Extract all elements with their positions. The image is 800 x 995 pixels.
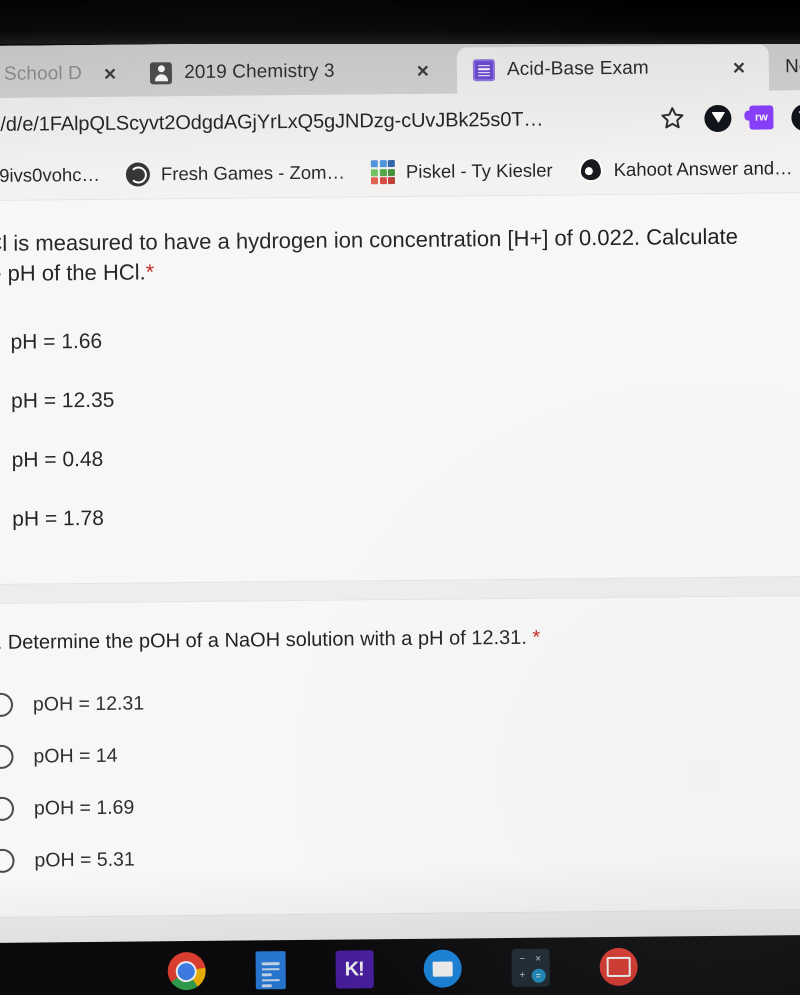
tab-title: Ne	[784, 56, 800, 78]
browser-tab-2019-chemistry-3[interactable]: 2019 Chemistry 3 ×	[133, 47, 458, 97]
bookmark-star-icon[interactable]	[658, 104, 686, 132]
radio-button[interactable]	[0, 745, 14, 770]
bookmark-label: Piskel - Ty Kiesler	[405, 159, 553, 182]
kahoot-icon	[578, 158, 603, 183]
question-text-value: HCl is measured to have a hydrogen ion c…	[0, 223, 739, 287]
bookmark-label: o9ivs0vohc…	[0, 163, 101, 186]
account-icon	[150, 62, 173, 85]
radio-button[interactable]	[0, 849, 15, 874]
globe-icon	[125, 162, 151, 187]
required-asterisk: *	[532, 626, 541, 649]
read-write-extension-icon[interactable]: rw	[749, 105, 774, 130]
bookmark-label: Fresh Games - Zom…	[160, 161, 346, 185]
tab-close-icon[interactable]: ×	[94, 62, 116, 85]
google-docs-icon[interactable]	[255, 951, 286, 990]
bookmark-piskel[interactable]: Piskel - Ty Kiesler	[370, 159, 553, 185]
answer-option-label: pOH = 1.69	[33, 796, 135, 820]
shield-extension-icon-2[interactable]	[791, 103, 800, 131]
question-text-value: 27. Determine the pOH of a NaOH solution…	[0, 626, 527, 654]
answer-option-label: pH = 1.66	[10, 330, 103, 354]
tab-close-icon[interactable]: ×	[723, 56, 745, 79]
answer-option-label: pH = 1.78	[12, 507, 104, 531]
form-question-card-q27: 27. Determine the pOH of a NaOH solution…	[0, 594, 800, 919]
bookmark-fresh-games[interactable]: Fresh Games - Zom…	[125, 161, 346, 187]
browser-toolbar: s/d/e/1FAlpQLScyvt2OdgdAGjYrLxQ5gJNDzg-c…	[0, 89, 800, 153]
answer-option[interactable]: pOH = 12.31	[0, 672, 791, 732]
bookmark-o9ivs0vohc[interactable]: o9ivs0vohc…	[0, 164, 100, 187]
tab-title: a School D	[0, 63, 82, 85]
question-text: 27. Determine the pOH of a NaOH solution…	[0, 622, 755, 657]
chrome-icon[interactable]	[167, 951, 206, 991]
radio-button[interactable]	[0, 797, 15, 822]
kahoot-icon[interactable]: K!	[335, 950, 374, 989]
browser-tab-ne[interactable]: Ne	[768, 43, 800, 91]
chromeos-shelf: K! − × + =	[0, 934, 800, 995]
form-question-card-q26: HCl is measured to have a hydrogen ion c…	[0, 191, 800, 585]
answer-option[interactable]: pH = 0.48	[0, 424, 789, 491]
google-form-page: HCl is measured to have a hydrogen ion c…	[0, 191, 800, 995]
address-bar[interactable]: s/d/e/1FAlpQLScyvt2OdgdAGjYrLxQ5gJNDzg-c…	[0, 107, 645, 136]
answer-option-label: pOH = 12.31	[32, 692, 145, 716]
answer-option[interactable]: pH = 1.78	[0, 483, 789, 550]
browser-tab-acid-base-exam[interactable]: Acid-Base Exam ×	[456, 44, 770, 94]
chromebook-screen-photo: a School D × 2019 Chemistry 3 × Acid-Bas…	[0, 0, 800, 995]
browser-tabstrip: a School D × 2019 Chemistry 3 × Acid-Bas…	[0, 37, 800, 99]
answer-option[interactable]: pOH = 1.69	[0, 776, 792, 836]
tab-close-icon[interactable]: ×	[407, 59, 429, 82]
radio-button[interactable]	[0, 693, 14, 718]
answer-options-q26: pH = 1.66 pH = 12.35 pH = 0.48 pH = 1.78	[0, 306, 789, 550]
files-icon[interactable]	[423, 949, 462, 988]
browser-tab-school-d[interactable]: a School D ×	[0, 50, 131, 99]
required-asterisk: *	[145, 259, 155, 285]
calculator-icon[interactable]: − × + =	[511, 948, 550, 987]
answer-option-label: pH = 0.48	[11, 448, 104, 472]
tab-title: Acid-Base Exam	[506, 57, 649, 80]
gallery-icon[interactable]	[599, 947, 638, 987]
bookmark-kahoot-answer[interactable]: Kahoot Answer and…	[578, 156, 793, 183]
tab-title: 2019 Chemistry 3	[184, 60, 335, 84]
toolbar-icons: rw	[658, 103, 800, 132]
bookmarks-bar: o9ivs0vohc… Fresh Games - Zom… Piskel - …	[0, 143, 800, 201]
answer-option-label: pH = 12.35	[10, 388, 115, 413]
piskel-grid-icon	[370, 160, 396, 185]
question-text: HCl is measured to have a hydrogen ion c…	[0, 222, 751, 290]
answer-option-selected[interactable]: pH = 12.35	[0, 365, 788, 432]
browser-window: a School D × 2019 Chemistry 3 × Acid-Bas…	[0, 37, 800, 995]
answer-option[interactable]: pH = 1.66	[0, 306, 788, 373]
shield-extension-icon[interactable]	[704, 104, 732, 132]
google-forms-icon	[472, 59, 496, 82]
answer-options-q27: pOH = 12.31 pOH = 14 pOH = 1.69 pOH = 5.…	[0, 672, 793, 888]
answer-option-label: pOH = 5.31	[34, 848, 135, 872]
screen-bezel-top	[0, 0, 800, 44]
bookmark-label: Kahoot Answer and…	[613, 157, 793, 180]
answer-option-label: pOH = 14	[33, 744, 118, 768]
answer-option[interactable]: pOH = 14	[0, 724, 792, 784]
answer-option[interactable]: pOH = 5.31	[0, 828, 793, 888]
